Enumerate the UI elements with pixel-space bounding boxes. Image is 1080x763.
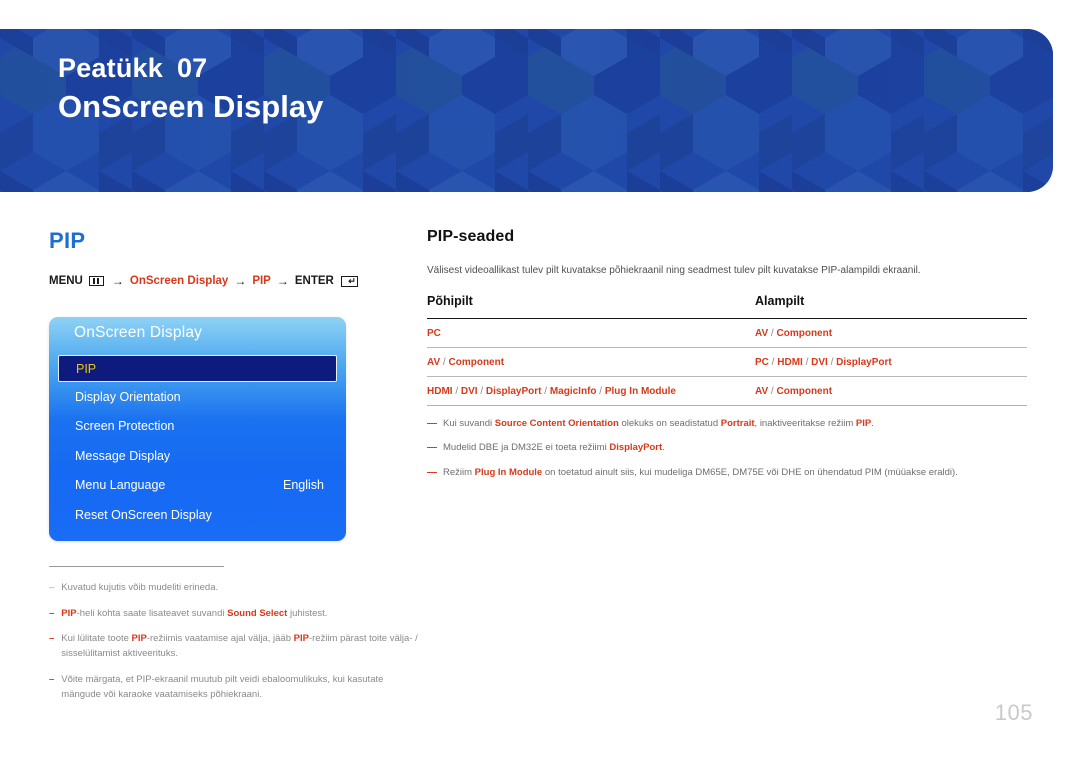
left-column: PIP MENU → OnScreen Display → PIP → ENTE…	[49, 228, 409, 288]
osd-item-label: Message Display	[75, 448, 171, 463]
note-item: – Kui lülitate toote PIP-režiimis vaatam…	[49, 632, 424, 661]
pip-settings-table: Põhipilt Alampilt PC AV / Component AV /…	[427, 294, 1027, 405]
note-text: Mudelid DBE ja DM32E ei toeta režiimi Di…	[443, 442, 665, 454]
osd-item-menu-language[interactable]: Menu Language English	[49, 471, 346, 501]
osd-item-screen-protection[interactable]: Screen Protection	[49, 412, 346, 442]
note-dash: –	[49, 673, 55, 685]
menu-label: MENU	[49, 275, 83, 287]
cell-main-picture: PC	[427, 318, 755, 348]
osd-item-label: Reset OnScreen Display	[75, 507, 212, 522]
menu-path-breadcrumb: MENU → OnScreen Display → PIP → ENTER ↵	[49, 274, 409, 288]
cell-sub-picture: AV / Component	[755, 386, 833, 397]
note-text: Kui lülitate toote PIP-režiimis vaatamis…	[61, 633, 418, 660]
page-title: OnScreen Display	[58, 89, 324, 125]
intro-paragraph: Välisest videoallikast tulev pilt kuvata…	[427, 265, 921, 276]
note-text: Kui suvandi Source Content Orientation o…	[443, 418, 874, 429]
right-notes-block: Kui suvandi Source Content Orientation o…	[427, 405, 1027, 480]
chapter-label: Peatükk	[58, 53, 163, 83]
cell-main-picture: AV / Component	[427, 347, 755, 377]
note-text: PIP-heli kohta saate lisateavet suvandi …	[61, 607, 328, 619]
notes-divider	[49, 566, 224, 567]
note-item: – PIP-heli kohta saate lisateavet suvand…	[49, 607, 424, 622]
banner-text-block: Peatükk 07 OnScreen Display	[58, 53, 323, 127]
section-title: PIP	[49, 228, 86, 253]
osd-item-display-orientation[interactable]: Display Orientation	[49, 382, 346, 412]
chapter-number: 07	[176, 53, 208, 83]
osd-menu-panel: OnScreen Display PIP Display Orientation…	[49, 317, 346, 541]
osd-item-message-display[interactable]: Message Display	[49, 441, 346, 471]
table-header-main: Põhipilt	[427, 294, 755, 319]
osd-item-reset-onscreen-display[interactable]: Reset OnScreen Display	[49, 500, 346, 530]
enter-return-icon: ↵	[340, 275, 358, 287]
page-number: 105	[994, 700, 1033, 725]
cell-main-picture: HDMI / DVI / DisplayPort / MagicInfo / P…	[427, 386, 676, 397]
note-item: – Kuvatud kujutis võib mudeliti erineda.	[49, 581, 424, 596]
path-arrow-2: →	[234, 274, 247, 288]
osd-item-pip[interactable]: PIP	[58, 355, 337, 382]
note-text: Režiim Plug In Module on toetatud ainult…	[443, 466, 958, 478]
osd-item-label: Screen Protection	[75, 419, 175, 434]
note-text: Võite märgata, et PIP-ekraanil muutub pi…	[61, 673, 384, 700]
note-item: Kui suvandi Source Content Orientation o…	[427, 417, 1027, 431]
note-item: Režiim Plug In Module on toetatud ainult…	[427, 466, 1027, 480]
table-header-sub: Alampilt	[755, 294, 1027, 319]
table-row: HDMI / DVI / DisplayPort / MagicInfo / P…	[427, 377, 1027, 406]
table-row: AV / Component PC / HDMI / DVI / Display…	[427, 347, 1027, 377]
path-arrow-3: →	[276, 274, 289, 288]
path-step-onscreen-display: OnScreen Display	[129, 275, 229, 287]
menu-grid-icon	[88, 276, 104, 286]
note-dash: –	[49, 607, 55, 619]
note-dash-icon	[427, 447, 437, 449]
note-dash-icon	[427, 423, 437, 424]
path-arrow-1: →	[111, 274, 124, 288]
note-dash: –	[49, 633, 55, 645]
chapter-line: Peatükk 07	[58, 53, 323, 84]
cell-sub-picture: AV / Component	[755, 318, 1027, 348]
osd-menu-list: PIP Display Orientation Screen Protectio…	[49, 355, 346, 530]
right-column: PIP-seaded Välisest videoallikast tulev …	[427, 228, 1027, 490]
chapter-banner: Peatükk 07 OnScreen Display	[0, 29, 1053, 192]
osd-item-label: Menu Language	[75, 478, 166, 493]
table-header-row: Põhipilt Alampilt	[427, 294, 1027, 319]
subsection-title: PIP-seaded	[427, 228, 515, 245]
note-dash-icon	[427, 471, 437, 473]
osd-item-label: Display Orientation	[75, 389, 181, 404]
note-dash: –	[49, 582, 55, 593]
path-step-pip: PIP	[252, 275, 271, 287]
cell-sub-picture: PC / HDMI / DVI / DisplayPort	[755, 347, 1027, 377]
osd-item-value: English	[283, 478, 324, 493]
table-row: PC AV / Component	[427, 318, 1027, 348]
osd-menu-title: OnScreen Display	[74, 324, 203, 341]
left-notes-block: – Kuvatud kujutis võib mudeliti erineda.…	[49, 566, 424, 713]
note-item: Mudelid DBE ja DM32E ei toeta režiimi Di…	[427, 441, 1027, 455]
osd-item-label: PIP	[76, 361, 97, 376]
note-text: Kuvatud kujutis võib mudeliti erineda.	[61, 582, 219, 593]
note-item: – Võite märgata, et PIP-ekraanil muutub …	[49, 673, 424, 702]
enter-label: ENTER	[294, 275, 334, 287]
